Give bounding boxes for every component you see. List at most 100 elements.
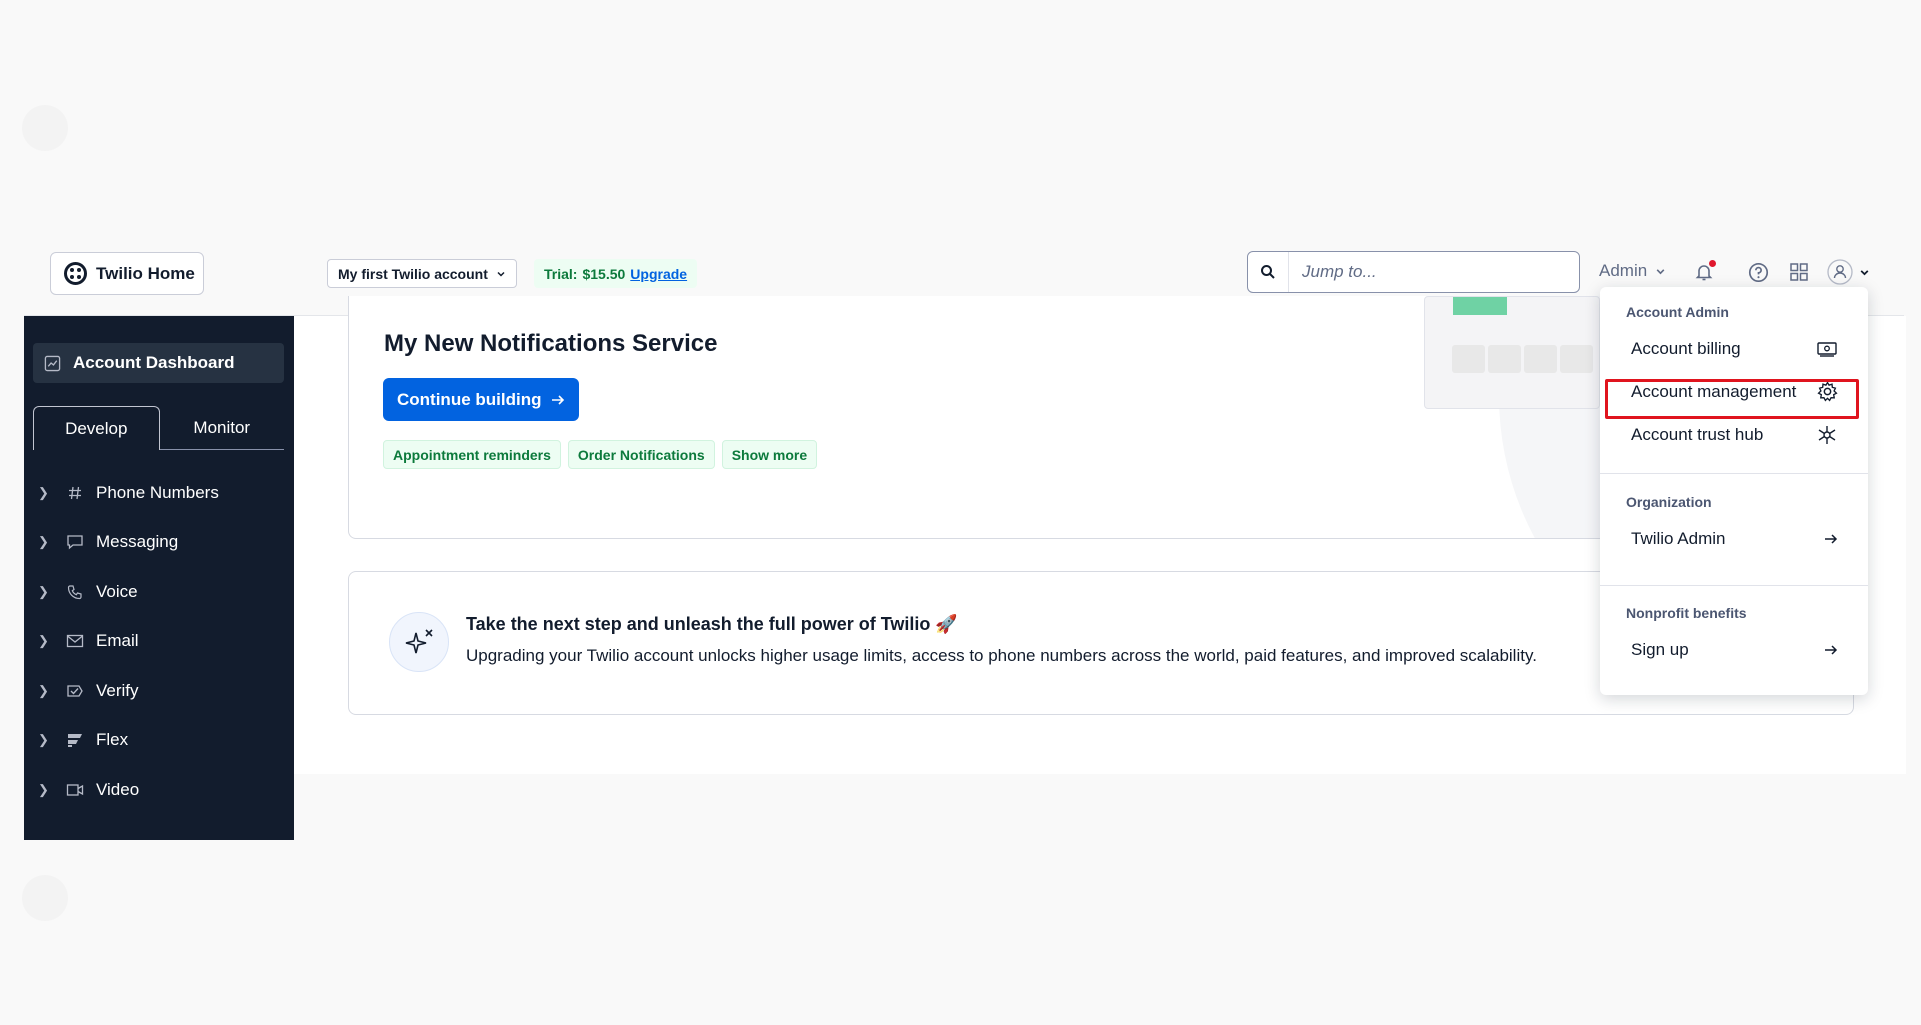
sidebar-item-label: Video: [96, 779, 140, 799]
tab-monitor[interactable]: Monitor: [159, 406, 284, 450]
preview-product-image: [1488, 345, 1521, 373]
sign-up-item[interactable]: Sign up: [1600, 628, 1868, 671]
search-input[interactable]: Jump to...: [1288, 252, 1579, 292]
sidebar: Account Dashboard Develop Monitor ❯ Phon…: [24, 316, 294, 840]
sidebar-item-video[interactable]: ❯ Video: [38, 765, 288, 815]
preview-product-image: [1524, 345, 1557, 373]
sidebar-item-label: Voice: [96, 581, 138, 601]
faded-background-shape: [22, 875, 68, 921]
dashboard-icon: [44, 355, 61, 371]
account-trust-hub-label: Account trust hub: [1631, 424, 1764, 444]
chevron-right-icon: ❯: [38, 682, 49, 698]
sidebar-tabs: Develop Monitor: [33, 406, 284, 450]
chevron-right-icon: ❯: [38, 583, 49, 599]
chevron-right-icon: ❯: [38, 534, 49, 550]
sidebar-item-account-dashboard[interactable]: Account Dashboard: [33, 343, 284, 383]
highlight-box: [1605, 379, 1859, 419]
chevron-right-icon: ❯: [38, 484, 49, 500]
user-avatar-icon: [1827, 259, 1853, 285]
notification-dot: [1709, 260, 1716, 267]
hub-icon: [1818, 425, 1836, 444]
twilio-logo-icon: [64, 262, 87, 285]
tag-list: Appointment reminders Order Notification…: [383, 440, 818, 469]
sidebar-item-label: Email: [96, 631, 139, 651]
account-selector[interactable]: My first Twilio account: [327, 259, 517, 288]
organization-heading: Organization: [1626, 494, 1712, 510]
dashboard-label: Account Dashboard: [73, 353, 235, 372]
account-trust-hub-item[interactable]: Account trust hub: [1600, 413, 1868, 456]
chevron-right-icon: ❯: [38, 633, 49, 649]
chevron-down-icon: [1860, 269, 1869, 275]
apps-grid-icon[interactable]: [1786, 259, 1812, 285]
arrow-right-icon: [1825, 644, 1838, 655]
phone-icon: [60, 584, 90, 600]
tab-develop[interactable]: Develop: [33, 406, 160, 450]
twilio-admin-item[interactable]: Twilio Admin: [1600, 517, 1868, 560]
preview-product-image: [1452, 345, 1485, 373]
sidebar-item-voice[interactable]: ❯ Voice: [38, 567, 288, 617]
faded-background-shape: [22, 105, 68, 151]
sidebar-item-phone-numbers[interactable]: ❯ Phone Numbers: [38, 468, 288, 518]
bell-icon[interactable]: [1691, 259, 1717, 285]
show-more-button[interactable]: Show more: [721, 440, 818, 469]
account-billing-item[interactable]: Account billing: [1600, 327, 1868, 370]
admin-label: Admin: [1599, 261, 1648, 280]
chevron-right-icon: ❯: [38, 732, 49, 748]
chevron-down-icon: [1656, 268, 1665, 274]
upgrade-description: Upgrading your Twilio account unlocks hi…: [466, 646, 1537, 665]
nonprofit-section: Nonprofit benefits Sign up: [1600, 598, 1868, 671]
upgrade-link[interactable]: Upgrade: [630, 266, 687, 282]
account-admin-heading: Account Admin: [1626, 304, 1729, 320]
sparkle-icon: [389, 612, 449, 672]
preview-banner: [1453, 297, 1507, 315]
sidebar-item-flex[interactable]: ❯ Flex: [38, 716, 288, 766]
nonprofit-heading: Nonprofit benefits: [1626, 605, 1747, 621]
user-menu[interactable]: [1827, 259, 1873, 285]
search-box[interactable]: Jump to...: [1247, 251, 1580, 293]
service-title: My New Notifications Service: [384, 330, 718, 357]
home-label: Twilio Home: [96, 263, 195, 283]
sidebar-item-label: Flex: [96, 730, 129, 750]
preview-product-image: [1560, 345, 1593, 373]
chevron-right-icon: ❯: [38, 781, 49, 797]
menu-divider: [1600, 585, 1868, 586]
sidebar-item-verify[interactable]: ❯ Verify: [38, 666, 288, 716]
continue-building-button[interactable]: Continue building: [383, 378, 580, 421]
tag-order-notifications[interactable]: Order Notifications: [567, 440, 715, 469]
trial-label: Trial:: [544, 265, 578, 282]
arrow-right-icon: [1825, 533, 1838, 544]
help-icon[interactable]: [1745, 259, 1771, 285]
menu-divider: [1600, 473, 1868, 474]
account-billing-label: Account billing: [1631, 338, 1741, 358]
sidebar-item-messaging[interactable]: ❯ Messaging: [38, 518, 288, 568]
billing-icon: [1817, 341, 1837, 357]
organization-section: Organization Twilio Admin: [1600, 487, 1868, 560]
account-admin-section: Account Admin Account billing Account ma…: [1600, 297, 1868, 456]
continue-label: Continue building: [397, 389, 542, 409]
admin-menu[interactable]: Admin: [1599, 261, 1666, 281]
twilio-admin-label: Twilio Admin: [1631, 528, 1726, 548]
sidebar-item-label: Verify: [96, 680, 139, 700]
verify-icon: [60, 683, 90, 699]
account-dropdown-menu: Account Admin Account billing Account ma…: [1600, 287, 1868, 695]
sidebar-item-email[interactable]: ❯ Email: [38, 617, 288, 667]
sidebar-item-label: Messaging: [96, 532, 179, 552]
search-icon: [1248, 264, 1288, 280]
arrow-right-icon: [552, 394, 565, 405]
chevron-down-icon: [497, 271, 505, 277]
flex-icon: [60, 732, 90, 748]
chat-icon: [60, 534, 90, 550]
account-label: My first Twilio account: [338, 265, 488, 282]
video-icon: [60, 783, 90, 797]
trial-amount: $15.50: [582, 265, 626, 282]
sidebar-item-label: Phone Numbers: [96, 482, 219, 502]
upgrade-title: Take the next step and unleash the full …: [466, 614, 958, 634]
tag-appointment-reminders[interactable]: Appointment reminders: [383, 440, 561, 469]
app-preview-image: [1424, 296, 1600, 409]
sign-up-label: Sign up: [1631, 639, 1689, 659]
mail-icon: [60, 634, 90, 648]
twilio-home-button[interactable]: Twilio Home: [50, 252, 204, 295]
trial-badge: Trial: $15.50 Upgrade: [534, 259, 698, 288]
hash-icon: [60, 485, 90, 501]
sidebar-nav: ❯ Phone Numbers ❯ Messaging ❯ Voice ❯ Em…: [38, 468, 288, 815]
